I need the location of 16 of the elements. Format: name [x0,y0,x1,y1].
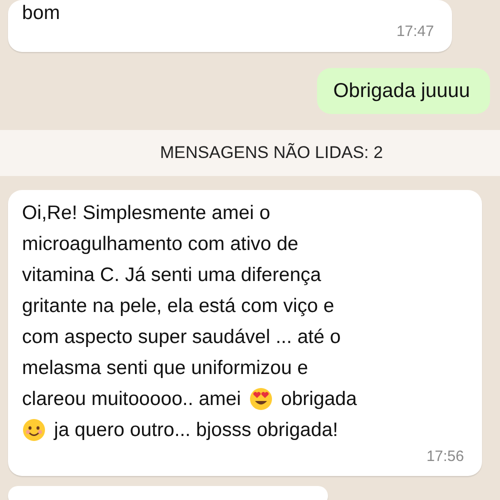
message-text: vitamina C. Já senti uma diferença [22,262,322,288]
timestamp: 17:47 [395,22,434,42]
message-text: gritante na pele, ela está com viço e [22,294,334,318]
message-text: Oi,Re! Simplesmente amei o [22,200,270,226]
message-text: obrigada [280,386,357,412]
message-text: clareou muitooooo.. amei [22,386,241,412]
message-text: microagulhamento com ativo de [22,232,298,256]
timestamp: 17:56 [425,446,464,466]
message-text: bom [22,2,60,24]
message-text: melasma senti que uniformizou e [22,356,308,380]
smiling-emoji-icon [22,418,46,442]
heart-eyes-emoji-icon [248,387,273,411]
message-text: com aspecto super saudável ... até o [22,324,341,350]
message-text: ja quero outro... bjosss obrigada! [54,418,338,442]
message-text: Obrigada juuuu [333,79,470,104]
unread-messages-banner: MENSAGENS NÃO LIDAS: 2 [0,130,500,176]
